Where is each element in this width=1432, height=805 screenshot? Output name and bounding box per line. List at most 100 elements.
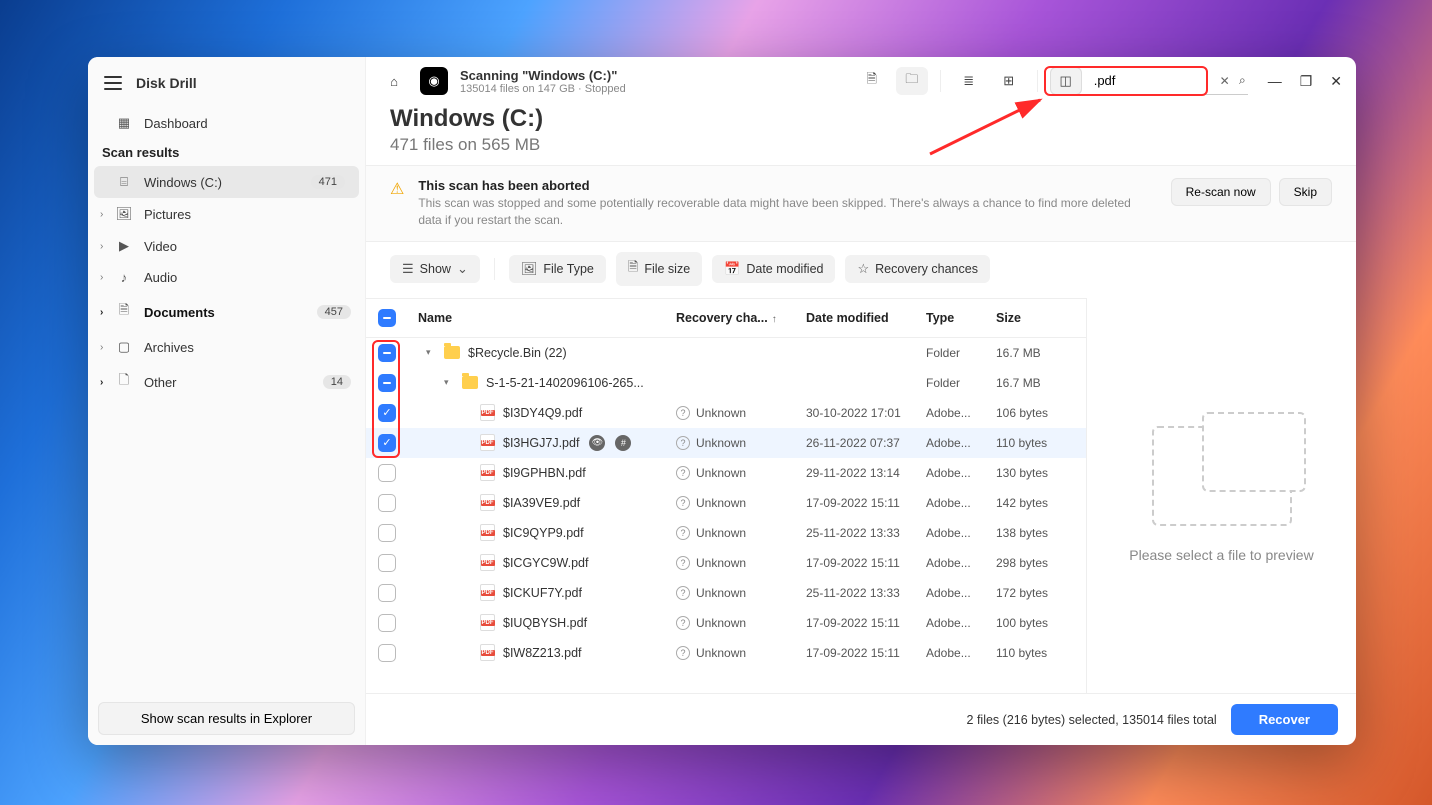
rescan-button[interactable]: Re-scan now [1171, 178, 1271, 206]
file-name: $IC9QYP9.pdf [503, 526, 584, 540]
sort-asc-icon: ↑ [772, 314, 777, 325]
export-icon[interactable]: 🗎 [856, 67, 888, 95]
filetype-filter-button[interactable]: 🖼File Type [509, 255, 606, 283]
unknown-icon: ? [676, 436, 690, 450]
name-cell: ▾S-1-5-21-1402096106-265... [418, 376, 676, 390]
size-cell: 130 bytes [996, 466, 1074, 480]
show-in-explorer-button[interactable]: Show scan results in Explorer [98, 702, 355, 735]
chevron-right-icon: › [100, 342, 108, 353]
column-name[interactable]: Name [418, 311, 676, 325]
file-name: $I9GPHBN.pdf [503, 466, 586, 480]
nav-audio[interactable]: › ♪ Audio [88, 262, 365, 293]
menu-icon[interactable] [104, 76, 122, 90]
grid-view-icon[interactable]: ⊞ [993, 67, 1025, 95]
list-view-icon[interactable]: ≣ [953, 67, 985, 95]
chevron-right-icon: › [100, 307, 108, 318]
unknown-icon: ? [676, 646, 690, 660]
nav-label: Pictures [144, 207, 191, 222]
nav-label: Dashboard [144, 116, 208, 131]
row-checkbox[interactable] [378, 374, 396, 392]
warning-body: This scan was stopped and some potential… [418, 195, 1138, 229]
table-row[interactable]: $IW8Z213.pdf?Unknown17-09-2022 15:11Adob… [366, 638, 1086, 668]
table-row[interactable]: $I3HGJ7J.pdf👁#?Unknown26-11-2022 07:37Ad… [366, 428, 1086, 458]
table-row[interactable]: $ICGYC9W.pdf?Unknown17-09-2022 15:11Adob… [366, 548, 1086, 578]
filesize-filter-button[interactable]: 🗎File size [616, 252, 702, 286]
type-cell: Adobe... [926, 616, 996, 630]
column-size[interactable]: Size [996, 311, 1074, 325]
image-icon: 🖼 [116, 206, 132, 222]
name-cell: $I3DY4Q9.pdf [418, 404, 676, 421]
table-row[interactable]: $I9GPHBN.pdf?Unknown29-11-2022 13:14Adob… [366, 458, 1086, 488]
preview-badge-icon[interactable]: 👁 [589, 435, 605, 451]
home-icon[interactable]: ⌂ [380, 67, 408, 95]
unknown-icon: ? [676, 586, 690, 600]
scanning-disk-icon[interactable]: ◉ [420, 67, 448, 95]
close-icon[interactable]: ✕ [1330, 73, 1342, 90]
expand-icon[interactable]: ▾ [444, 377, 454, 388]
row-checkbox[interactable] [378, 524, 396, 542]
nav-video[interactable]: › ▶ Video [88, 230, 365, 262]
folder-view-icon[interactable]: 🗀 [896, 67, 928, 95]
recovery-cell: ?Unknown [676, 526, 806, 540]
chevron-right-icon: › [100, 377, 108, 388]
table-row[interactable]: $IUQBYSH.pdf?Unknown17-09-2022 15:11Adob… [366, 608, 1086, 638]
hex-badge-icon[interactable]: # [615, 435, 631, 451]
table-row[interactable]: $ICKUF7Y.pdf?Unknown25-11-2022 13:33Adob… [366, 578, 1086, 608]
search-icon[interactable]: ⌕ [1239, 73, 1246, 88]
file-name: $IUQBYSH.pdf [503, 616, 587, 630]
row-checkbox[interactable] [378, 344, 396, 362]
topbar: ⌂ ◉ Scanning "Windows (C:)" 135014 files… [366, 57, 1356, 103]
master-checkbox[interactable] [378, 309, 396, 327]
name-cell: $ICGYC9W.pdf [418, 554, 676, 571]
nav-documents[interactable]: › 🗎 Documents 457 [88, 293, 365, 331]
row-checkbox[interactable] [378, 554, 396, 572]
table-row[interactable]: ▾$Recycle.Bin (22)Folder16.7 MB [366, 338, 1086, 368]
nav-label: Archives [144, 340, 194, 355]
sidebar-header: Disk Drill [88, 57, 365, 107]
nav-dashboard[interactable]: ▦ Dashboard [88, 107, 365, 139]
date-cell: 17-09-2022 15:11 [806, 556, 926, 570]
recover-button[interactable]: Recover [1231, 704, 1338, 735]
topbar-icons: 🗎 🗀 ≣ ⊞ ◫ ✕ ⌕ — ❐ ✕ [856, 67, 1342, 95]
nav-windows-c[interactable]: ⌸ Windows (C:) 471 [94, 166, 359, 198]
row-checkbox[interactable] [378, 644, 396, 662]
table-row[interactable]: $I3DY4Q9.pdf?Unknown30-10-2022 17:01Adob… [366, 398, 1086, 428]
minimize-icon[interactable]: — [1268, 73, 1282, 90]
row-checkbox[interactable] [378, 494, 396, 512]
split-view-icon[interactable]: ◫ [1050, 67, 1082, 95]
scan-title: Scanning "Windows (C:)" [460, 68, 626, 83]
row-checkbox[interactable] [378, 434, 396, 452]
name-cell: $IA39VE9.pdf [418, 494, 676, 511]
sidebar-footer: Show scan results in Explorer [88, 692, 365, 745]
count-badge: 14 [323, 375, 351, 389]
recovery-filter-button[interactable]: ☆Recovery chances [845, 255, 989, 283]
table-row[interactable]: $IA39VE9.pdf?Unknown17-09-2022 15:11Adob… [366, 488, 1086, 518]
column-recovery[interactable]: Recovery cha...↑ [676, 311, 806, 325]
maximize-icon[interactable]: ❐ [1300, 73, 1313, 90]
image-icon: 🖼 [521, 261, 538, 277]
folder-icon [462, 376, 478, 389]
nav-other[interactable]: › 🗋 Other 14 [88, 363, 365, 401]
table-row[interactable]: ▾S-1-5-21-1402096106-265...Folder16.7 MB [366, 368, 1086, 398]
nav-pictures[interactable]: › 🖼 Pictures [88, 198, 365, 230]
row-checkbox[interactable] [378, 584, 396, 602]
unknown-icon: ? [676, 616, 690, 630]
date-cell: 25-11-2022 13:33 [806, 526, 926, 540]
expand-icon[interactable]: ▾ [426, 347, 436, 358]
skip-button[interactable]: Skip [1279, 178, 1332, 206]
column-type[interactable]: Type [926, 311, 996, 325]
unknown-icon: ? [676, 496, 690, 510]
disk-icon: ⌸ [116, 174, 132, 190]
nav-label: Documents [144, 305, 215, 320]
row-checkbox[interactable] [378, 614, 396, 632]
divider [1037, 70, 1038, 92]
nav-archives[interactable]: › ▢ Archives [88, 331, 365, 363]
table-row[interactable]: $IC9QYP9.pdf?Unknown25-11-2022 13:33Adob… [366, 518, 1086, 548]
row-checkbox[interactable] [378, 464, 396, 482]
recovery-cell: ?Unknown [676, 466, 806, 480]
clear-search-icon[interactable]: ✕ [1220, 74, 1230, 88]
date-filter-button[interactable]: 📅Date modified [712, 255, 835, 283]
row-checkbox[interactable] [378, 404, 396, 422]
show-filter-button[interactable]: ☰Show⌄ [390, 255, 480, 283]
column-date[interactable]: Date modified [806, 311, 926, 325]
